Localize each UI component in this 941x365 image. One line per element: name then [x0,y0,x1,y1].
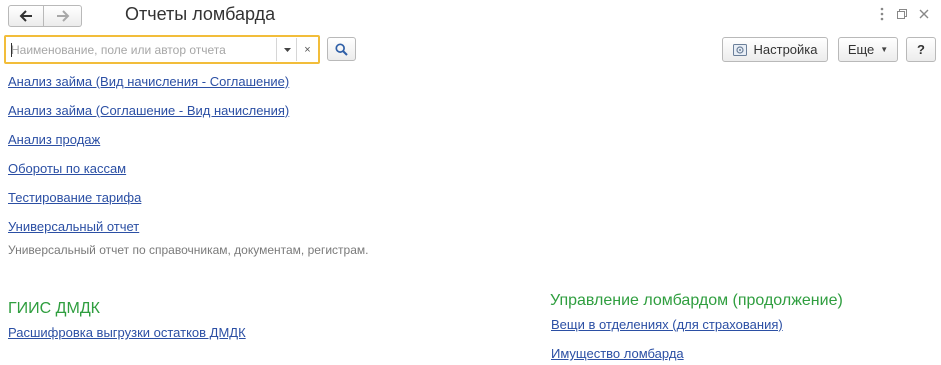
search-button[interactable] [327,37,356,61]
settings-button[interactable]: Настройка [722,37,828,62]
forward-button[interactable] [44,5,82,27]
chevron-down-icon: ▼ [880,45,889,54]
group-title-management: Управление ломбардом (продолжение) [550,292,843,309]
more-vertical-icon[interactable] [874,5,890,23]
settings-panel-icon [732,43,747,56]
search-icon [335,42,348,56]
chevron-down-icon [283,47,291,52]
report-link[interactable]: Расшифровка выгрузки остатков ДМДК [8,325,246,340]
search-history-dropdown[interactable] [276,38,297,61]
text-cursor [11,43,12,57]
help-button[interactable]: ? [906,37,936,62]
report-link[interactable]: Анализ продаж [8,132,100,147]
more-button[interactable]: Еще ▼ [838,37,898,62]
report-description: Универсальный отчет по справочникам, док… [8,243,369,257]
nav-buttons [8,5,82,27]
report-link[interactable]: Анализ займа (Вид начисления - Соглашени… [8,74,289,89]
report-link[interactable]: Анализ займа (Соглашение - Вид начислени… [8,103,289,118]
arrow-left-icon [19,10,32,22]
settings-button-label: Настройка [753,42,818,57]
report-link[interactable]: Имущество ломбарда [551,346,684,361]
close-icon[interactable] [916,5,932,23]
restore-icon[interactable] [894,5,910,23]
page-title: Отчеты ломбарда [125,4,276,24]
report-link[interactable]: Обороты по кассам [8,161,126,176]
search-box: × [4,35,320,64]
clear-search-button[interactable]: × [296,38,318,61]
report-link[interactable]: Тестирование тарифа [8,190,141,205]
report-link[interactable]: Универсальный отчет [8,219,139,234]
more-button-label: Еще [847,42,875,57]
search-input[interactable] [9,41,273,59]
group-title-giis: ГИИС ДМДК [8,300,100,317]
arrow-right-icon [56,10,69,22]
back-button[interactable] [8,5,44,27]
report-link[interactable]: Вещи в отделениях (для страхования) [551,317,783,332]
